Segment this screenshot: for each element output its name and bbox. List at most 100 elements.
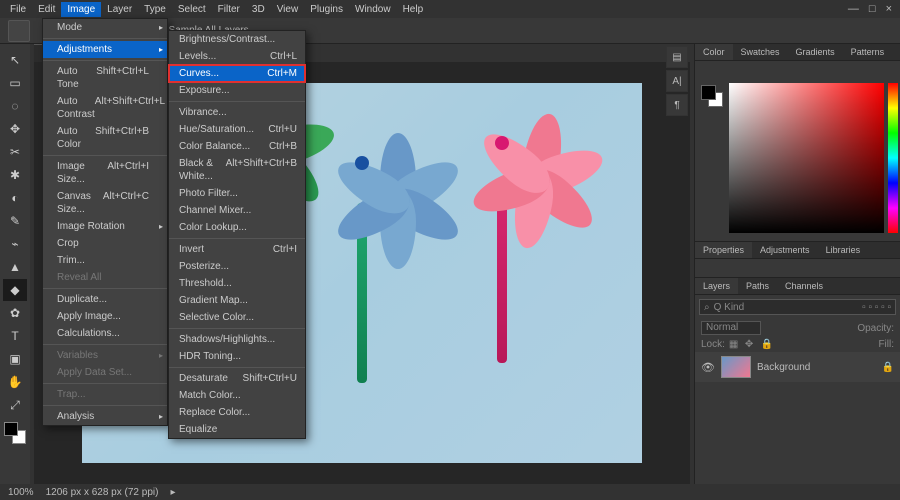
tool-1[interactable]: ▭: [3, 72, 27, 94]
menu-plugins[interactable]: Plugins: [304, 2, 349, 17]
minimize-button[interactable]: —: [848, 3, 859, 15]
image-menu-calculations-[interactable]: Calculations...: [43, 325, 167, 342]
visibility-icon[interactable]: 👁: [701, 361, 715, 374]
adjustments-equalize[interactable]: Equalize: [169, 421, 305, 438]
home-icon[interactable]: [8, 20, 30, 42]
adjustments-levels-[interactable]: Levels...Ctrl+L: [169, 48, 305, 65]
lock-label: Lock:: [701, 339, 725, 350]
lock-all-icon[interactable]: 🔒: [761, 339, 773, 350]
image-menu-auto-contrast[interactable]: Auto ContrastAlt+Shift+Ctrl+L: [43, 93, 167, 123]
layertabs-paths[interactable]: Paths: [738, 278, 777, 294]
tool-7[interactable]: ✎: [3, 210, 27, 232]
menu-view[interactable]: View: [271, 2, 305, 17]
image-menu-dropdown: ModeAdjustmentsAuto ToneShift+Ctrl+LAuto…: [42, 18, 168, 426]
tool-9[interactable]: ▲: [3, 256, 27, 278]
tool-8[interactable]: ⌁: [3, 233, 27, 255]
menu-3d[interactable]: 3D: [246, 2, 271, 17]
layer-thumbnail: [721, 356, 751, 378]
adjustments-selective-color-[interactable]: Selective Color...: [169, 309, 305, 326]
tool-5[interactable]: ✱: [3, 164, 27, 186]
colortabs-gradients[interactable]: Gradients: [788, 44, 843, 60]
paragraph-icon[interactable]: ¶: [666, 94, 688, 116]
menu-edit[interactable]: Edit: [32, 2, 61, 17]
adjustments-channel-mixer-[interactable]: Channel Mixer...: [169, 202, 305, 219]
colortabs-patterns[interactable]: Patterns: [843, 44, 893, 60]
adjustments-color-lookup-[interactable]: Color Lookup...: [169, 219, 305, 236]
layer-name: Background: [757, 362, 810, 373]
image-menu-analysis[interactable]: Analysis: [43, 408, 167, 425]
layer-background[interactable]: 👁 Background 🔒: [695, 352, 900, 382]
adjustments-shadows-highlights-[interactable]: Shadows/Highlights...: [169, 331, 305, 348]
blend-mode-select[interactable]: Normal: [701, 321, 761, 335]
menu-layer[interactable]: Layer: [101, 2, 138, 17]
adjustments-black-white-[interactable]: Black & White...Alt+Shift+Ctrl+B: [169, 155, 305, 185]
adjustments-invert[interactable]: InvertCtrl+I: [169, 241, 305, 258]
menu-type[interactable]: Type: [138, 2, 172, 17]
adjustments-match-color-[interactable]: Match Color...: [169, 387, 305, 404]
zoom-level[interactable]: 100%: [8, 487, 34, 498]
midtabs-libraries[interactable]: Libraries: [818, 242, 869, 258]
color-panel: [695, 61, 900, 241]
lock-position-icon[interactable]: ✥: [745, 339, 757, 350]
midtabs-properties[interactable]: Properties: [695, 242, 752, 258]
menu-window[interactable]: Window: [349, 2, 397, 17]
color-swatches[interactable]: [4, 422, 26, 444]
image-menu-crop[interactable]: Crop: [43, 235, 167, 252]
layertabs-layers[interactable]: Layers: [695, 278, 738, 294]
maximize-button[interactable]: □: [869, 3, 876, 15]
properties-panel-tabs: PropertiesAdjustmentsLibraries: [695, 242, 900, 259]
tool-0[interactable]: ↖: [3, 49, 27, 71]
color-field[interactable]: [729, 83, 884, 233]
tool-15[interactable]: ⤢: [3, 394, 27, 416]
adjustments-curves-[interactable]: Curves...Ctrl+M: [169, 65, 305, 82]
adjustments-photo-filter-[interactable]: Photo Filter...: [169, 185, 305, 202]
image-menu-apply-image-[interactable]: Apply Image...: [43, 308, 167, 325]
adjustments-hdr-toning-[interactable]: HDR Toning...: [169, 348, 305, 365]
image-menu-auto-color[interactable]: Auto ColorShift+Ctrl+B: [43, 123, 167, 153]
collapsed-panel-icons: ▤ A| ¶: [666, 46, 690, 116]
image-menu-image-rotation[interactable]: Image Rotation: [43, 218, 167, 235]
tool-12[interactable]: T: [3, 325, 27, 347]
hue-slider[interactable]: [888, 83, 898, 233]
adjustments-exposure-[interactable]: Exposure...: [169, 82, 305, 99]
close-button[interactable]: ×: [886, 3, 892, 15]
image-menu-duplicate-[interactable]: Duplicate...: [43, 291, 167, 308]
tool-4[interactable]: ✂: [3, 141, 27, 163]
menu-help[interactable]: Help: [397, 2, 430, 17]
tool-13[interactable]: ▣: [3, 348, 27, 370]
midtabs-adjustments[interactable]: Adjustments: [752, 242, 818, 258]
tool-14[interactable]: ✋: [3, 371, 27, 393]
adjustments-gradient-map-[interactable]: Gradient Map...: [169, 292, 305, 309]
image-menu-trim-[interactable]: Trim...: [43, 252, 167, 269]
tool-2[interactable]: ◌: [3, 95, 27, 117]
tool-10[interactable]: ◆: [3, 279, 27, 301]
adjustments-threshold-[interactable]: Threshold...: [169, 275, 305, 292]
image-menu-mode[interactable]: Mode: [43, 19, 167, 36]
adjustments-color-balance-[interactable]: Color Balance...Ctrl+B: [169, 138, 305, 155]
image-menu-image-size-[interactable]: Image Size...Alt+Ctrl+I: [43, 158, 167, 188]
menu-file[interactable]: File: [4, 2, 32, 17]
image-menu-auto-tone[interactable]: Auto ToneShift+Ctrl+L: [43, 63, 167, 93]
layer-filter[interactable]: ⌕ Q Kind ▫ ▫ ▫ ▫ ▫: [699, 299, 896, 315]
menu-select[interactable]: Select: [172, 2, 212, 17]
adjustments-brightness-contrast-[interactable]: Brightness/Contrast...: [169, 31, 305, 48]
tool-11[interactable]: ✿: [3, 302, 27, 324]
adjustments-hue-saturation-[interactable]: Hue/Saturation...Ctrl+U: [169, 121, 305, 138]
menu-image[interactable]: Image: [61, 2, 101, 17]
colortabs-swatches[interactable]: Swatches: [733, 44, 788, 60]
foreground-background-swatches[interactable]: [701, 85, 723, 107]
tool-6[interactable]: ◐: [3, 187, 27, 209]
tool-3[interactable]: ✥: [3, 118, 27, 140]
adjustments-desaturate[interactable]: DesaturateShift+Ctrl+U: [169, 370, 305, 387]
history-icon[interactable]: ▤: [666, 46, 688, 68]
adjustments-posterize-[interactable]: Posterize...: [169, 258, 305, 275]
adjustments-vibrance-[interactable]: Vibrance...: [169, 104, 305, 121]
layertabs-channels[interactable]: Channels: [777, 278, 831, 294]
lock-pixels-icon[interactable]: ▦: [729, 339, 741, 350]
character-icon[interactable]: A|: [666, 70, 688, 92]
menu-filter[interactable]: Filter: [212, 2, 246, 17]
colortabs-color[interactable]: Color: [695, 44, 733, 60]
image-menu-adjustments[interactable]: Adjustments: [43, 41, 167, 58]
image-menu-canvas-size-[interactable]: Canvas Size...Alt+Ctrl+C: [43, 188, 167, 218]
adjustments-replace-color-[interactable]: Replace Color...: [169, 404, 305, 421]
